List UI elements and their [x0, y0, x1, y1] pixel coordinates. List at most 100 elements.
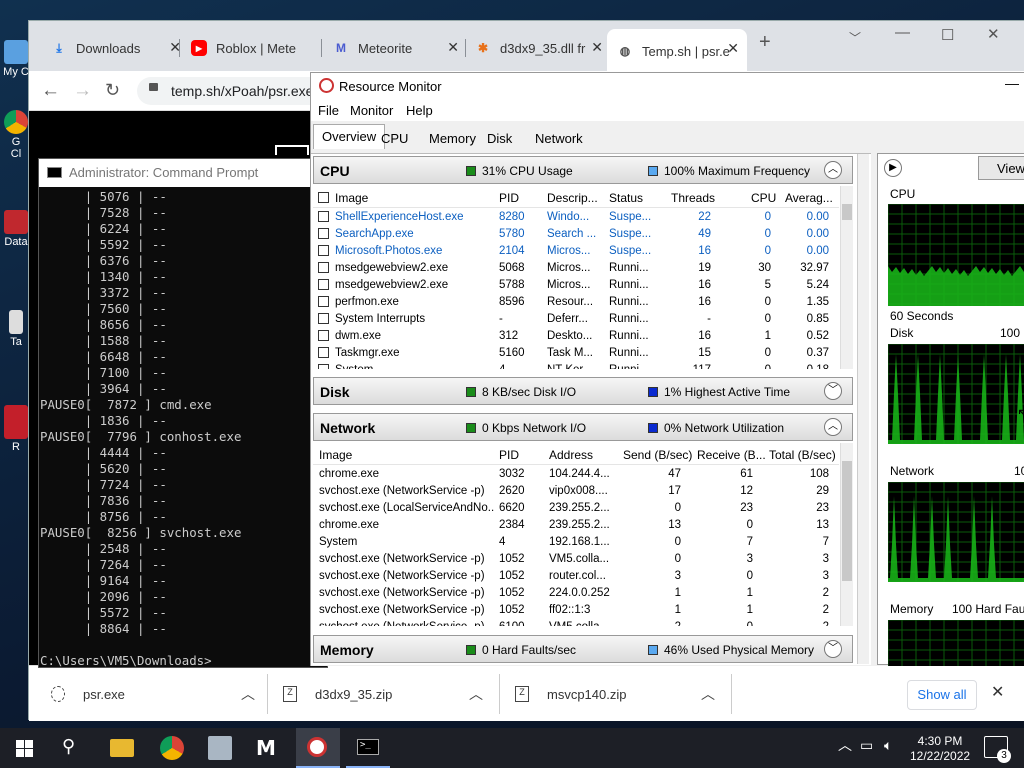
row-checkbox[interactable] — [318, 364, 329, 369]
tab-meteorite[interactable]: M Meteorite ✕ — [331, 35, 461, 61]
cpu-process-row[interactable]: System4NT Ker...Runni...11700.18 — [313, 363, 839, 369]
cpu-process-row[interactable]: Taskmgr.exe 5160 Task M... Runni... 15 0 0.37 — [313, 346, 839, 363]
forward-icon[interactable]: → — [73, 80, 92, 102]
cmd-output[interactable]: | 5076 | -- | 7528 | -- | 6224 | -- | 55… — [40, 189, 241, 669]
column-header[interactable]: Address — [549, 448, 593, 462]
chevron-up-icon[interactable]: ︿ — [701, 684, 715, 704]
new-tab-button[interactable]: + — [759, 31, 771, 54]
chevron-up-icon[interactable]: ︿ — [469, 684, 483, 704]
row-checkbox[interactable] — [318, 313, 329, 324]
main-scrollbar[interactable] — [857, 154, 869, 664]
command-prompt-window[interactable]: Administrator: Command Prompt | 5076 | -… — [38, 158, 329, 669]
collapse-icon[interactable]: ︿ — [824, 418, 842, 436]
cpu-process-row[interactable]: msedgewebview2.exe 5068 Micros... Runni... 1… — [313, 261, 839, 278]
resource-monitor-task[interactable] — [296, 728, 340, 768]
column-header[interactable]: Image — [335, 191, 368, 205]
column-header[interactable]: Image — [319, 448, 352, 462]
close-icon[interactable]: ✕ — [591, 39, 603, 56]
cpu-section-header[interactable]: CPU 31% CPU Usage 100% Maximum Frequency… — [313, 156, 853, 184]
network-section-header[interactable]: Network 0 Kbps Network I/O 0% Network Ut… — [313, 413, 853, 441]
lock-icon[interactable] — [149, 83, 158, 91]
network-process-row[interactable]: svchost.exe (NetworkService -p) 6100 VM5.c… — [313, 620, 839, 626]
tab-roblox[interactable]: ▶ Roblox | Mete — [189, 35, 319, 61]
row-checkbox[interactable] — [318, 279, 329, 290]
expand-graph-icon[interactable]: ▶ — [884, 159, 902, 177]
network-icon[interactable]: ▭ — [860, 738, 873, 753]
cpu-process-row[interactable]: perfmon.exe 8596 Resour... Runni... 16 0 1.35 — [313, 295, 839, 312]
network-process-row[interactable]: svchost.exe (NetworkService -p) 2620 vip0x… — [313, 484, 839, 501]
cpu-process-row[interactable]: SearchApp.exe 5780 Search ... Suspe... 49 0 0.… — [313, 227, 839, 244]
close-window-icon[interactable]: ✕ — [987, 25, 1000, 43]
download-item[interactable]: Zd3dx9_35.zip ︿ — [283, 666, 499, 722]
row-checkbox[interactable] — [318, 296, 329, 307]
search-icon[interactable]: ⚲ — [62, 736, 86, 760]
column-header[interactable]: Send (B/sec) — [623, 448, 692, 462]
network-process-row[interactable]: svchost.exe (NetworkService -p) 1052 ff02:… — [313, 603, 839, 620]
volume-icon[interactable]: 🔈︎ — [884, 738, 892, 753]
clock[interactable]: 4:30 PM 12/22/2022 — [910, 734, 970, 764]
column-header[interactable]: Descrip... — [547, 191, 598, 205]
close-icon[interactable]: ✕ — [447, 39, 459, 56]
column-header[interactable]: CPU — [751, 191, 776, 205]
minimize-icon[interactable]: — — [895, 24, 910, 41]
scrollbar[interactable] — [840, 443, 853, 626]
maximize-icon[interactable]: ☐ — [941, 26, 954, 44]
network-process-row[interactable]: chrome.exe 3032 104.244.4... 47 61 108 — [313, 467, 839, 484]
row-checkbox[interactable] — [318, 347, 329, 358]
row-checkbox[interactable] — [318, 262, 329, 273]
download-item[interactable]: psr.exe ︿ — [51, 666, 271, 722]
minimize-icon[interactable]: — — [1005, 75, 1019, 91]
scrollbar[interactable] — [840, 186, 853, 369]
menu-monitor[interactable]: Monitor — [350, 103, 393, 118]
row-checkbox[interactable] — [318, 211, 329, 222]
tab-cpu[interactable]: CPU — [373, 127, 416, 149]
row-checkbox[interactable] — [318, 245, 329, 256]
expand-icon[interactable]: ﹀ — [824, 640, 842, 658]
cmd-task[interactable]: >_ — [346, 728, 390, 768]
network-process-row[interactable]: System 4 192.168.1... 0 7 7 — [313, 535, 839, 552]
column-header[interactable]: Threads — [671, 191, 715, 205]
select-all-checkbox[interactable] — [318, 192, 329, 203]
meteorite-icon[interactable]: M — [256, 736, 280, 760]
chrome-icon[interactable] — [160, 736, 184, 760]
menu-file[interactable]: File — [318, 103, 339, 118]
show-all-button[interactable]: Show all — [907, 680, 977, 710]
cpu-process-row[interactable]: Microsoft.Photos.exe 2104 Micros... Suspe..… — [313, 244, 839, 261]
collapse-icon[interactable]: ︿ — [824, 161, 842, 179]
column-header[interactable]: PID — [499, 191, 519, 205]
menu-help[interactable]: Help — [406, 103, 433, 118]
column-header[interactable]: Receive (B... — [697, 448, 766, 462]
tab-network[interactable]: Network — [527, 127, 591, 149]
tab-memory[interactable]: Memory — [421, 127, 484, 149]
tab-downloads[interactable]: ⤓ Downloads ✕ — [41, 35, 181, 61]
memory-section-header[interactable]: Memory 0 Hard Faults/sec 46% Used Physic… — [313, 635, 853, 663]
column-header[interactable]: PID — [499, 448, 519, 462]
network-process-row[interactable]: svchost.exe (LocalServiceAndNo... 6620 239… — [313, 501, 839, 518]
scroll-thumb[interactable] — [842, 204, 852, 220]
tab-d3dx9[interactable]: ✱ d3dx9_35.dll fr ✕ — [475, 35, 605, 61]
cpu-process-row[interactable]: System Interrupts - Deferr... Runni... -0 0.8… — [313, 312, 839, 329]
disk-section-header[interactable]: Disk 8 KB/sec Disk I/O 1% Highest Active… — [313, 377, 853, 405]
tab-temp-sh[interactable]: ◍ Temp.sh | psr.e ✕ — [607, 29, 747, 71]
reload-icon[interactable]: ↻ — [105, 80, 120, 101]
windows-start-icon[interactable] — [14, 736, 38, 760]
scroll-thumb[interactable] — [842, 461, 852, 581]
cpu-process-row[interactable]: msedgewebview2.exe 5788 Micros... Runni... 1… — [313, 278, 839, 295]
cmd-titlebar[interactable]: Administrator: Command Prompt — [39, 159, 329, 187]
resmon-titlebar[interactable]: Resource Monitor — [311, 73, 1024, 99]
close-icon[interactable]: ✕ — [727, 40, 739, 57]
row-checkbox[interactable] — [318, 228, 329, 239]
download-item[interactable]: Zmsvcp140.zip ︿ — [515, 666, 731, 722]
cpu-process-row[interactable]: dwm.exe 312 Deskto... Runni... 16 1 0.52 — [313, 329, 839, 346]
network-process-row[interactable]: svchost.exe (NetworkService -p) 1052 VM5.c… — [313, 552, 839, 569]
column-header[interactable]: Total (B/sec) — [769, 448, 836, 462]
close-icon[interactable]: ✕ — [991, 682, 1004, 702]
back-icon[interactable]: ← — [41, 80, 60, 102]
network-process-row[interactable]: svchost.exe (NetworkService -p) 1052 route… — [313, 569, 839, 586]
cpu-process-row[interactable]: ShellExperienceHost.exe 8280 Windo... Suspe… — [313, 210, 839, 227]
chevron-up-icon[interactable]: ︿ — [838, 738, 852, 753]
file-explorer-icon[interactable] — [110, 739, 134, 757]
network-process-row[interactable]: chrome.exe 2384 239.255.2... 13 0 13 — [313, 518, 839, 535]
expand-icon[interactable]: ﹀ — [824, 382, 842, 400]
tab-disk[interactable]: Disk — [479, 127, 520, 149]
